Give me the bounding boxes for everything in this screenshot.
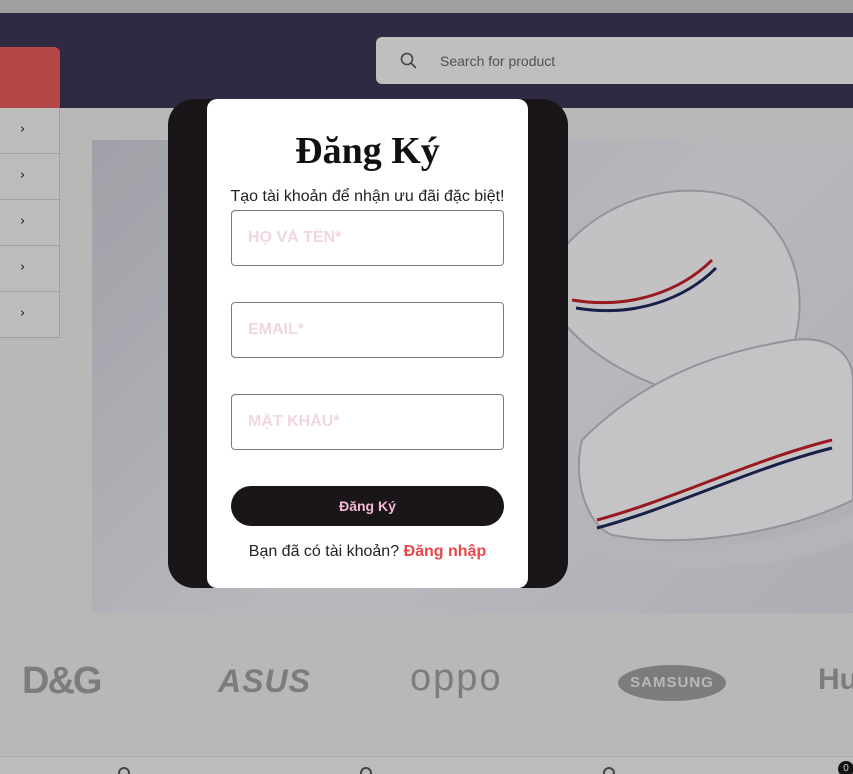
email-field[interactable]	[231, 302, 504, 358]
login-prompt: Bạn đã có tài khoản? Đăng nhập	[207, 543, 528, 561]
modal-subtitle: Tạo tài khoản để nhận ưu đãi đặc biệt!	[230, 188, 505, 205]
full-name-field[interactable]	[231, 210, 504, 266]
login-link[interactable]: Đăng nhập	[404, 543, 487, 560]
password-field[interactable]	[231, 394, 504, 450]
have-account-text: Bạn đã có tài khoản?	[248, 543, 400, 560]
modal-title: Đăng Ký	[295, 130, 440, 172]
signup-button[interactable]: Đăng Ký	[231, 486, 504, 526]
signup-modal: Đăng Ký Tạo tài khoản để nhận ưu đãi đặc…	[207, 99, 528, 588]
